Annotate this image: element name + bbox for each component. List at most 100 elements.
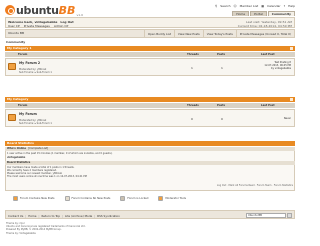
forum-description: Moderated by: y8Kinsk Sub Forums: ▸ Sub-… — [19, 119, 52, 125]
legend-label: Moderator Tools — [165, 196, 186, 200]
legend-item: Forum is Locked — [120, 195, 149, 201]
forum-posts: 1 — [221, 66, 223, 70]
ubuntu-circle-icon — [5, 5, 15, 15]
online-summary: 1 user active in the past 15 minutes (1 … — [7, 152, 113, 155]
welcome-line: Welcome back, vintagebabbs Log Out — [8, 20, 74, 24]
admin-cp-link[interactable]: Admin CP — [54, 24, 68, 28]
calendar-link[interactable]: Calendar — [267, 4, 281, 8]
buddy-list-link[interactable]: Open Buddy List — [143, 30, 174, 38]
separator: | — [25, 213, 27, 218]
legend-item: Forum Contains No New Posts — [64, 195, 110, 201]
locked-icon — [120, 195, 126, 201]
private-messages-link[interactable]: Private Messages — [24, 24, 50, 28]
forum-description: Moderated by: y8Kinsk Sub Forums: ▸ Sub-… — [19, 68, 52, 74]
theme-go-button[interactable] — [287, 213, 292, 218]
member-list-link[interactable]: Member List — [240, 4, 259, 8]
theme-select[interactable]: Ubuntu BB — [246, 213, 286, 218]
col-threads: Threads — [187, 53, 199, 56]
board-statistics-header[interactable]: Board Statistics — [5, 141, 295, 146]
search-link[interactable]: Search — [220, 4, 230, 8]
todays-posts-link[interactable]: View Today's Posts — [202, 30, 236, 38]
col-forum: Forum — [18, 53, 28, 56]
forum-title[interactable]: My Forum 2 — [19, 61, 40, 65]
category-header[interactable]: My Category 1 — [5, 46, 295, 51]
col-posts: Posts — [217, 104, 226, 107]
forum-row: My Forum Moderated by: y8Kinsk Sub Forum… — [5, 109, 295, 127]
footer-bar: Contact Us | Home | Return to Top | Lite… — [5, 210, 295, 219]
separator: | — [94, 213, 96, 218]
online-user[interactable]: vintagebabbs — [7, 156, 25, 159]
logo-bb: BB — [58, 3, 76, 17]
category-title[interactable]: My Category 1 — [7, 46, 31, 50]
copyright: Theme by: mjul Ubuntu and Canonical are … — [6, 222, 85, 235]
category-title[interactable]: My Category — [7, 97, 28, 101]
last-visit: Last visit: Yesterday, 09:51 AM — [245, 19, 292, 24]
tab-community[interactable]: Community — [267, 11, 295, 16]
rss-link[interactable]: RSS Syndication — [97, 214, 120, 218]
stats-line: The most users online at one time was 1 … — [7, 175, 87, 178]
category-header[interactable]: My Category — [5, 97, 295, 102]
logo-brand: ubuntu — [16, 3, 59, 17]
breadcrumb[interactable]: Ubuntu BB — [8, 31, 24, 35]
collapse-icon[interactable] — [290, 47, 293, 50]
return-to-top-link[interactable]: Return to Top — [41, 214, 60, 218]
forum-title[interactable]: My Forum — [19, 112, 37, 116]
new-posts-link[interactable]: View New Posts — [173, 30, 203, 38]
col-posts: Posts — [217, 53, 226, 56]
forum-legend: Forum Contains New Posts Forum Contains … — [5, 194, 295, 202]
col-forum: Forum — [18, 104, 28, 107]
separator: | — [38, 213, 40, 218]
forum-subforums[interactable]: Sub Forums: ▸ Sub-Forum 1 — [19, 71, 52, 74]
forum-threads: 0 — [191, 117, 193, 121]
footer-links: Contact Us | Home | Return to Top | Lite… — [8, 214, 120, 218]
forum-row: My Forum 2 Moderated by: y8Kinsk Sub For… — [5, 58, 295, 76]
nav-bar: Ubuntu BB Open Buddy List View New Posts… — [5, 29, 295, 38]
whos-online-title: Who's Online — [7, 147, 27, 150]
user-cp-link[interactable]: User CP — [8, 24, 20, 28]
lite-mode-link[interactable]: Lite (Archive) Mode — [65, 214, 92, 218]
legend-item: Moderator Tools — [158, 195, 186, 201]
collapse-icon[interactable] — [290, 98, 293, 101]
user-links: User CP Private Messages Admin CP — [8, 24, 68, 28]
last-post-title: Never — [283, 117, 291, 120]
column-headers: Forum Threads Posts Last Post — [5, 103, 295, 108]
help-link[interactable]: Help — [288, 4, 295, 8]
new-posts-icon — [13, 195, 18, 201]
last-post-author[interactable]: by vintagebabbs — [264, 67, 291, 70]
board-statistics-title: Board Statistics — [7, 141, 34, 145]
current-time: Current time: 02-18-2014, 04:59 PM — [237, 24, 292, 28]
forum-status-icon — [8, 63, 16, 70]
site-logo[interactable]: ubuntu BB v1.0 — [5, 3, 83, 17]
calendar-icon: ▦ — [261, 4, 265, 8]
tab-portal[interactable]: Portal — [250, 11, 267, 16]
col-last-post: Last Post — [261, 104, 275, 107]
board-footer-links[interactable]: Log Out · Mark All Forums Read · Forum T… — [217, 184, 293, 187]
copyright-line: Theme by: Vintagebabbs — [6, 231, 36, 235]
user-panel: Welcome back, vintagebabbs Log Out Last … — [5, 17, 295, 28]
forum-posts: 0 — [221, 117, 223, 121]
top-nav: ⚲ Search ☺ Member List ▦ Calendar ? Help — [215, 4, 295, 8]
welcome-text: Welcome back, vintagebabbs — [8, 19, 58, 24]
complete-list-link[interactable]: [Complete List] — [28, 147, 48, 150]
col-threads: Threads — [187, 104, 199, 107]
legend-label: Forum is Locked — [127, 196, 149, 200]
legend-label: Forum Contains New Posts — [20, 196, 55, 200]
time-info: Last visit: Yesterday, 09:51 AM — [246, 20, 292, 24]
pm-status-link[interactable]: Private Messages (Unread 0, Total 0) — [235, 30, 294, 38]
contact-us-link[interactable]: Contact Us — [8, 214, 23, 218]
section-title: Community — [6, 40, 26, 44]
moderator-tools-icon — [158, 195, 164, 201]
tab-home[interactable]: Home — [232, 11, 250, 16]
home-link[interactable]: Home — [28, 214, 36, 218]
col-last-post: Last Post — [261, 53, 275, 56]
help-icon: ? — [283, 4, 286, 8]
whos-online-header: Who's Online [Complete List] — [5, 147, 295, 151]
logout-link[interactable]: Log Out — [60, 20, 73, 24]
forum-threads: 1 — [191, 66, 193, 70]
forum-subforums[interactable]: Sub Forums: ▸ Sub-Forum 1 — [19, 122, 52, 125]
page: ubuntu BB v1.0 ⚲ Search ☺ Member List ▦ … — [5, 0, 295, 246]
forum-last-post: Test Posting It 12-07-2013, 06:45 PM by … — [264, 61, 291, 71]
nav-bar-items: Open Buddy List View New Posts View Toda… — [143, 30, 294, 38]
main-tabs: Home Portal Community — [232, 11, 295, 16]
legend-item: Forum Contains New Posts — [13, 195, 55, 201]
